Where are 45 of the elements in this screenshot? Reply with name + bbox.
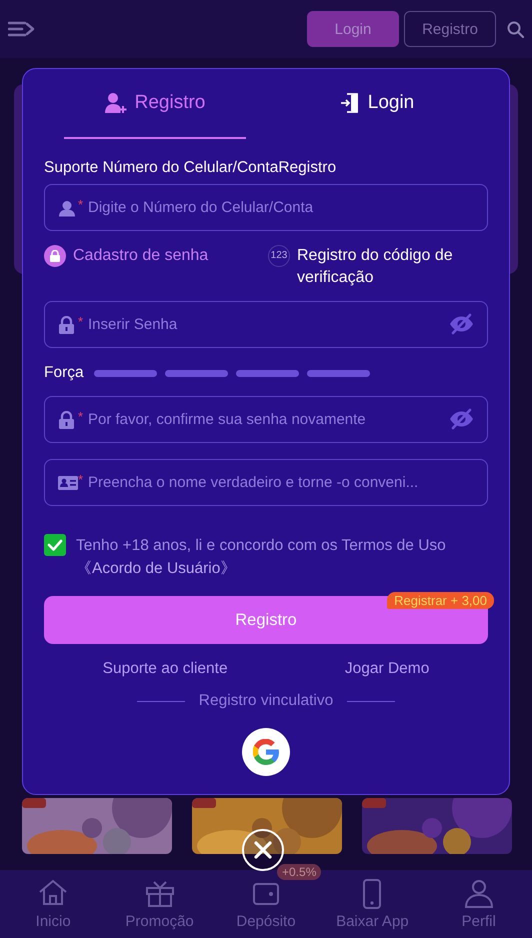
required-mark: * <box>78 197 84 212</box>
door-icon <box>340 92 360 114</box>
strength-bar <box>306 370 370 376</box>
tab[interactable]: Registro <box>64 69 246 139</box>
nav-tab[interactable]: Depósito <box>216 878 316 930</box>
agreement-text: Tenho +18 anos, li e concordo com os Termos de Uso 《Acordo de Usuário》 <box>76 536 447 579</box>
required-mark: * <box>78 314 84 329</box>
bonus-badge: Registrar + 3,00 <box>387 592 494 609</box>
id-card-icon <box>58 474 78 490</box>
google-icon <box>253 739 279 765</box>
nav-tab[interactable]: Perfil <box>428 878 529 930</box>
text-link[interactable]: Jogar Demo <box>344 660 430 678</box>
close-button[interactable] <box>242 829 284 871</box>
required-mark: * <box>78 472 84 487</box>
nav-tab[interactable]: Promoção <box>110 878 210 930</box>
strength-label: Força <box>44 364 84 382</box>
lock-icon <box>49 250 61 262</box>
code-badge-icon: 123 <box>268 245 290 267</box>
text-link[interactable]: Suporte ao cliente <box>102 660 228 678</box>
strength-bar <box>164 370 228 376</box>
method-option[interactable]: Cadastro de senha <box>44 245 264 289</box>
search-icon[interactable] <box>507 20 524 38</box>
checkbox[interactable] <box>44 534 66 556</box>
register-button[interactable]: Registro <box>404 11 496 47</box>
lock-icon <box>58 316 75 334</box>
user-icon <box>58 199 76 216</box>
required-mark: * <box>78 409 84 424</box>
login-button[interactable]: Login <box>307 11 399 47</box>
tab[interactable]: Login <box>286 69 468 139</box>
user-plus-icon <box>104 92 127 114</box>
close-icon <box>254 841 272 859</box>
strength-bar <box>94 370 157 376</box>
lock-icon <box>58 410 75 428</box>
divider-label: Registro vinculativo <box>198 692 334 710</box>
nav-tab[interactable]: Inicio <box>3 878 104 930</box>
strength-bar <box>236 370 299 376</box>
agreement-link[interactable]: 《Acordo de Usuário》 <box>76 560 236 577</box>
nav-tab[interactable]: Baixar App <box>322 878 422 930</box>
menu-icon <box>8 20 35 38</box>
check-icon <box>47 537 63 553</box>
person-icon <box>462 878 495 910</box>
field-label: Suporte Número do Celular/ContaRegistro <box>44 159 338 177</box>
method-option[interactable]: 123 Registro do código de verificação <box>268 245 488 289</box>
google-button[interactable] <box>242 728 290 776</box>
bonus-badge: +0.5% <box>277 864 322 880</box>
